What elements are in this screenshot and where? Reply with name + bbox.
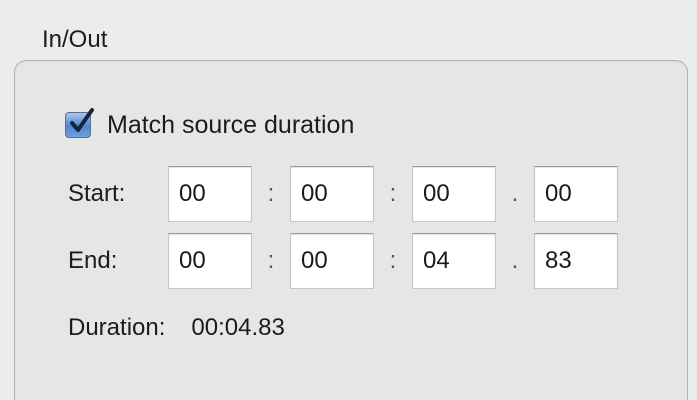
- end-row: End: : : .: [68, 233, 618, 289]
- end-hours-field[interactable]: [168, 233, 252, 289]
- end-label: End:: [68, 247, 118, 274]
- duration-label: Duration:: [68, 314, 166, 341]
- duration-value: 00:04.83: [191, 314, 285, 341]
- end-minutes-field[interactable]: [290, 233, 374, 289]
- colon-separator: :: [389, 247, 397, 274]
- checkmark-icon: [70, 108, 94, 132]
- match-source-duration-checkbox[interactable]: [65, 108, 94, 138]
- colon-separator: :: [267, 247, 275, 274]
- in-out-group: Match source duration Start: : : . End: …: [14, 60, 688, 400]
- end-frames-field[interactable]: [534, 233, 618, 289]
- end-seconds-field[interactable]: [412, 233, 496, 289]
- start-minutes-field[interactable]: [290, 166, 374, 222]
- match-source-duration-label: Match source duration: [107, 111, 355, 139]
- start-hours-field[interactable]: [168, 166, 252, 222]
- group-title: In/Out: [42, 26, 108, 53]
- duration-row: Duration: 00:04.83: [68, 313, 285, 343]
- match-source-duration-checkbox-row[interactable]: Match source duration: [65, 108, 355, 140]
- dot-separator: .: [511, 180, 519, 207]
- dot-separator: .: [511, 247, 519, 274]
- start-row: Start: : : .: [68, 166, 618, 222]
- colon-separator: :: [267, 180, 275, 207]
- colon-separator: :: [389, 180, 397, 207]
- start-seconds-field[interactable]: [412, 166, 496, 222]
- start-frames-field[interactable]: [534, 166, 618, 222]
- start-label: Start:: [68, 180, 126, 207]
